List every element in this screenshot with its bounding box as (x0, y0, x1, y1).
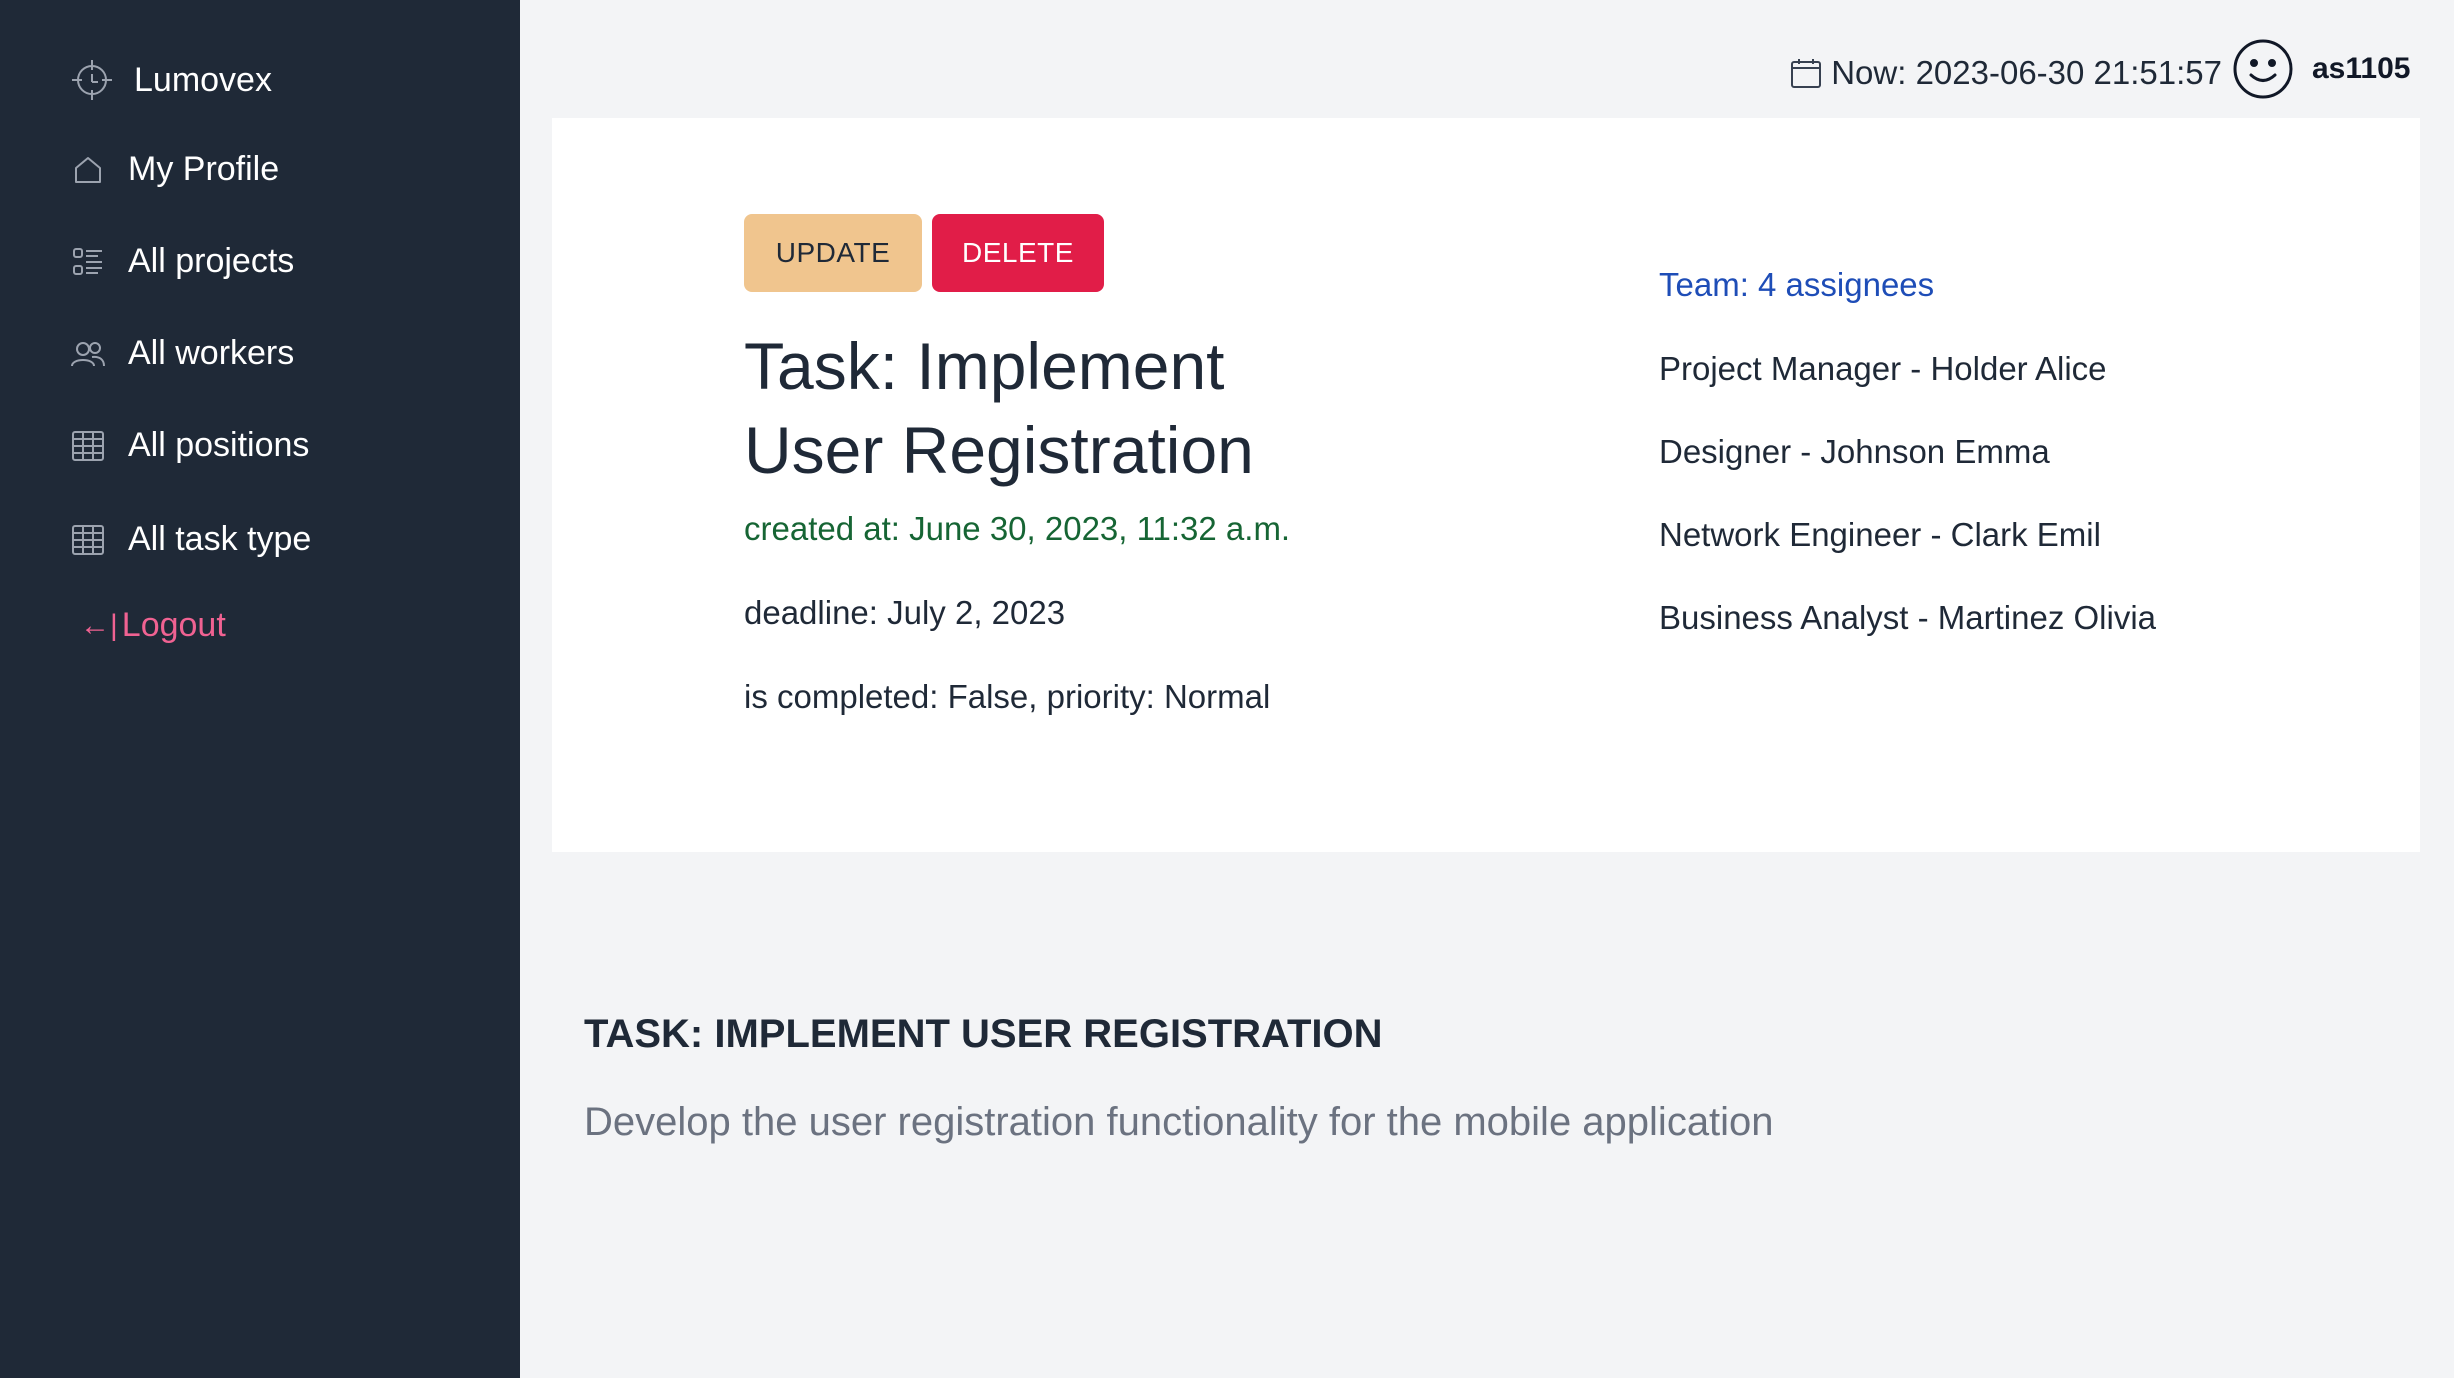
users-icon (70, 336, 106, 372)
sidebar-item-all-positions[interactable]: All positions (70, 426, 309, 465)
sidebar-item-label: All positions (128, 426, 310, 464)
assignee-item: Designer - Johnson Emma (1659, 433, 2050, 470)
description-title: TASK: IMPLEMENT USER REGISTRATION (584, 1012, 1383, 1056)
sidebar-item-label: All workers (128, 334, 295, 372)
calendar-icon (1789, 56, 1823, 90)
task-title: Task: Implement User Registration (744, 329, 1254, 487)
home-icon (70, 152, 106, 188)
current-datetime: Now: 2023-06-30 21:51:57 (1789, 54, 2222, 92)
sidebar-item-all-workers[interactable]: All workers (70, 334, 294, 373)
sidebar-item-label: My Profile (128, 150, 280, 188)
table-icon (70, 428, 106, 464)
smiley-avatar-icon[interactable] (2232, 38, 2294, 100)
assignee-item: Network Engineer - Clark Emil (1659, 516, 2101, 553)
created-at: created at: June 30, 2023, 11:32 a.m. (744, 510, 1291, 547)
logout-label: Logout (121, 606, 226, 644)
completion-priority: is completed: False, priority: Normal (744, 678, 1271, 715)
brand-name: Lumovex (134, 60, 272, 99)
deadline: deadline: July 2, 2023 (744, 594, 1066, 631)
datetime-text: Now: 2023-06-30 21:51:57 (1831, 54, 2222, 91)
sidebar-item-all-task-type[interactable]: All task type (70, 520, 311, 559)
update-button[interactable]: UPDATE (744, 214, 922, 292)
checklist-icon (70, 244, 106, 280)
sidebar-item-my-profile[interactable]: My Profile (70, 150, 279, 189)
crosshair-logo-icon (70, 58, 114, 102)
brand-link[interactable]: Lumovex (70, 58, 272, 102)
logout-arrow-icon: ←| (80, 608, 118, 642)
description-body: Develop the user registration functional… (584, 1100, 1774, 1144)
assignee-item: Project Manager - Holder Alice (1659, 350, 2107, 387)
assignee-item: Business Analyst - Martinez Olivia (1659, 599, 2157, 636)
delete-button[interactable]: DELETE (932, 214, 1104, 292)
sidebar-item-label: All task type (128, 520, 312, 558)
sidebar: Lumovex My Profile All projects All work… (0, 0, 520, 1378)
table-icon (70, 522, 106, 558)
task-detail-card: UPDATE DELETE Task: Implement User Regis… (552, 118, 2420, 852)
logout-link[interactable]: ←| Logout (80, 606, 226, 645)
sidebar-item-label: All projects (128, 242, 295, 280)
sidebar-item-all-projects[interactable]: All projects (70, 242, 294, 281)
team-assignees-link[interactable]: Team: 4 assignees (1659, 266, 1934, 304)
username[interactable]: as1105 (2312, 52, 2410, 86)
